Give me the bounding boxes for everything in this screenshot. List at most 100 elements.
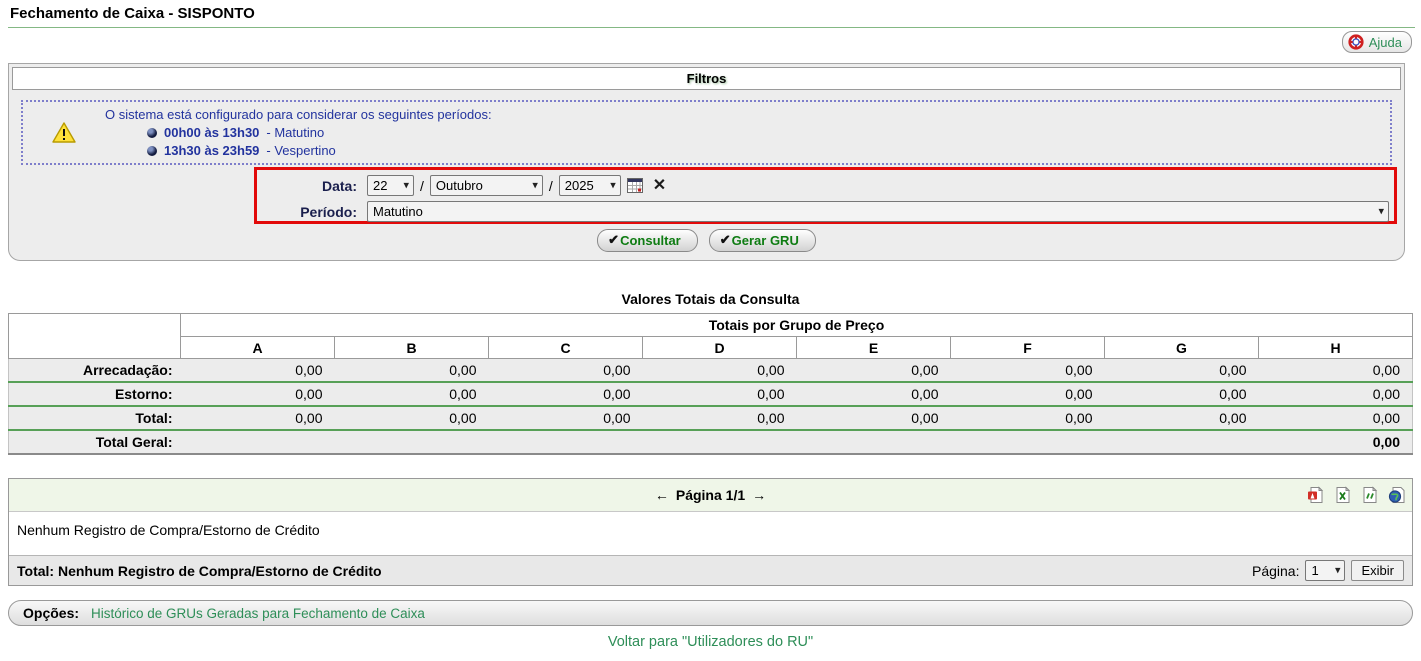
cell-value: 0,00 xyxy=(1259,406,1413,430)
cell-value: 0,00 xyxy=(335,406,489,430)
period-time: 13h30 às 23h59 xyxy=(164,143,259,158)
month-select-wrapper: Outubro xyxy=(430,175,543,196)
cell-value: 0,00 xyxy=(1105,359,1259,383)
pagination-header: ← Página 1/1 → xyxy=(9,479,1412,512)
date-separator: / xyxy=(420,178,424,194)
row-label: Total: xyxy=(9,406,181,430)
page-select-label: Página: xyxy=(1252,563,1299,579)
filters-panel: Filtros O sistema está configurado para … xyxy=(8,63,1405,261)
cell-value: 0,00 xyxy=(643,382,797,406)
column-header-e: E xyxy=(797,337,951,359)
clock-icon xyxy=(147,128,157,138)
results-total-bar: Total: Nenhum Registro de Compra/Estorno… xyxy=(9,555,1412,585)
cell-value: 0,00 xyxy=(335,359,489,383)
cell-value: 0,00 xyxy=(489,406,643,430)
clock-icon xyxy=(147,146,157,156)
cell-value: 0,00 xyxy=(181,382,335,406)
excel-export-icon[interactable] xyxy=(1334,487,1351,504)
cell-value: 0,00 xyxy=(181,359,335,383)
pdf-export-icon[interactable] xyxy=(1307,487,1324,504)
pagination-label: Página 1/1 xyxy=(676,487,745,503)
calendar-icon[interactable] xyxy=(627,178,643,193)
row-label: Total Geral: xyxy=(9,430,181,454)
csv-export-icon[interactable] xyxy=(1361,487,1378,504)
period-name: - Vespertino xyxy=(266,143,335,158)
results-panel: ← Página 1/1 → xyxy=(8,478,1413,586)
column-header-a: A xyxy=(181,337,335,359)
check-icon: ✔ xyxy=(720,232,731,248)
period-time: 00h00 às 13h30 xyxy=(164,125,259,140)
warning-icon xyxy=(52,122,76,143)
column-header-b: B xyxy=(335,337,489,359)
period-select-wrapper: Matutino xyxy=(367,201,1389,222)
day-select[interactable]: 22 xyxy=(367,175,414,196)
consultar-button[interactable]: ✔ Consultar xyxy=(597,229,698,252)
help-button-label: Ajuda xyxy=(1369,35,1402,50)
previous-page-arrow[interactable]: ← xyxy=(655,487,669,503)
row-label: Estorno: xyxy=(9,382,181,406)
cell-value: 0,00 xyxy=(797,406,951,430)
period-select[interactable]: Matutino xyxy=(367,201,1389,222)
date-label: Data: xyxy=(257,178,367,194)
cell-value: 0,00 xyxy=(489,382,643,406)
back-to-ru-users-link[interactable]: Voltar para "Utilizadores do RU" xyxy=(0,634,1421,650)
html-export-icon[interactable] xyxy=(1388,487,1405,504)
totals-corner-cell xyxy=(9,314,181,359)
cell-value: 0,00 xyxy=(643,406,797,430)
results-total-message: Total: Nenhum Registro de Compra/Estorno… xyxy=(17,563,382,579)
help-button[interactable]: Ajuda xyxy=(1342,31,1412,53)
totals-table: Totais por Grupo de Preço A B C D E F G … xyxy=(8,313,1413,455)
period-name: - Matutino xyxy=(266,125,324,140)
cell-value: 0,00 xyxy=(1259,382,1413,406)
cell-value: 0,00 xyxy=(1105,406,1259,430)
gerar-gru-button-label: Gerar GRU xyxy=(732,233,799,248)
page-select[interactable]: 1 xyxy=(1305,560,1345,581)
life-ring-icon xyxy=(1348,34,1364,50)
month-select[interactable]: Outubro xyxy=(430,175,543,196)
notice-intro-text: O sistema está configurado para consider… xyxy=(105,107,492,122)
year-select[interactable]: 2025 xyxy=(559,175,621,196)
gru-history-link[interactable]: Histórico de GRUs Geradas para Fechament… xyxy=(91,606,425,621)
table-row-estorno: Estorno: 0,00 0,00 0,00 0,00 0,00 0,00 0… xyxy=(9,382,1413,406)
date-separator: / xyxy=(549,178,553,194)
cell-value: 0,00 xyxy=(951,382,1105,406)
cell-value: 0,00 xyxy=(951,359,1105,383)
period-item-matutino: 00h00 às 13h30 - Matutino xyxy=(147,125,492,140)
options-label: Opções: xyxy=(23,605,79,621)
clear-date-icon[interactable]: ✕ xyxy=(653,178,666,194)
column-header-h: H xyxy=(1259,337,1413,359)
cell-value: 0,00 xyxy=(335,382,489,406)
column-header-f: F xyxy=(951,337,1105,359)
cell-value: 0,00 xyxy=(1105,382,1259,406)
table-row-total-geral: Total Geral: 0,00 xyxy=(9,430,1413,454)
cell-value: 0,00 xyxy=(489,359,643,383)
cell-value: 0,00 xyxy=(181,406,335,430)
group-price-header: Totais por Grupo de Preço xyxy=(181,314,1413,337)
column-header-c: C xyxy=(489,337,643,359)
column-header-g: G xyxy=(1105,337,1259,359)
empty-result-message: Nenhum Registro de Compra/Estorno de Cré… xyxy=(17,522,320,538)
cell-value: 0,00 xyxy=(951,406,1105,430)
title-divider xyxy=(8,27,1415,28)
grand-total-value: 0,00 xyxy=(181,430,1413,454)
period-config-notice: O sistema está configurado para consider… xyxy=(21,100,1392,165)
period-item-vespertino: 13h30 às 23h59 - Vespertino xyxy=(147,143,492,158)
exibir-button[interactable]: Exibir xyxy=(1351,560,1404,581)
highlighted-filter-area: Data: 22 / Outubro / 2025 xyxy=(254,167,1397,224)
cell-value: 0,00 xyxy=(1259,359,1413,383)
options-bar: Opções: Histórico de GRUs Geradas para F… xyxy=(8,600,1413,626)
date-field-row: Data: 22 / Outubro / 2025 xyxy=(257,173,1394,198)
cell-value: 0,00 xyxy=(797,382,951,406)
year-select-wrapper: 2025 xyxy=(559,175,621,196)
day-select-wrapper: 22 xyxy=(367,175,414,196)
next-page-arrow[interactable]: → xyxy=(752,487,766,503)
consultar-button-label: Consultar xyxy=(620,233,681,248)
filters-panel-title: Filtros xyxy=(12,67,1401,90)
gerar-gru-button[interactable]: ✔ Gerar GRU xyxy=(709,229,816,252)
period-field-row: Período: Matutino xyxy=(257,199,1394,224)
period-label: Período: xyxy=(257,204,367,220)
totals-section-title: Valores Totais da Consulta xyxy=(0,291,1421,307)
table-row-arrecadacao: Arrecadação: 0,00 0,00 0,00 0,00 0,00 0,… xyxy=(9,359,1413,383)
table-row-total: Total: 0,00 0,00 0,00 0,00 0,00 0,00 0,0… xyxy=(9,406,1413,430)
page-select-wrapper: 1 xyxy=(1305,560,1345,581)
